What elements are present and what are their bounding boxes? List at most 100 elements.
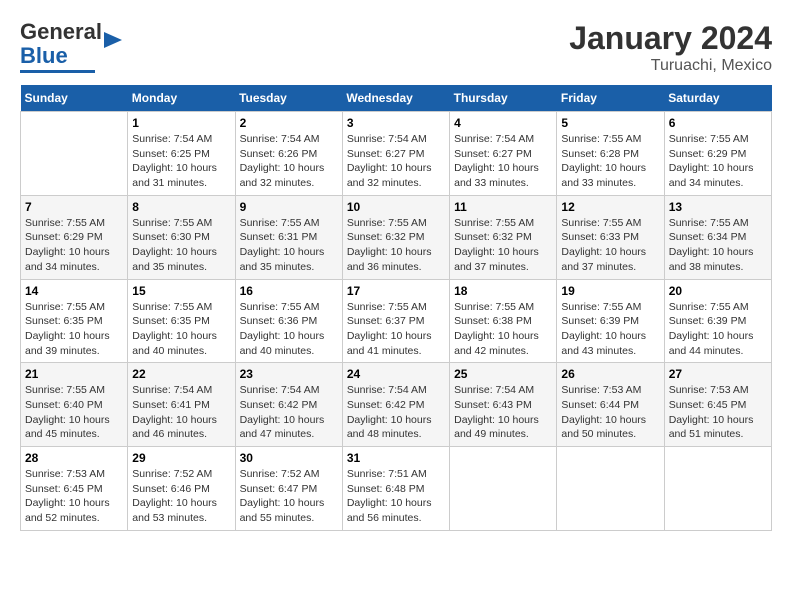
logo-arrow-icon <box>104 30 124 50</box>
calendar-cell: 28 Sunrise: 7:53 AM Sunset: 6:45 PM Dayli… <box>21 447 128 531</box>
day-number: 10 <box>347 200 445 214</box>
sun-info: Sunrise: 7:55 AM Sunset: 6:30 PM Dayligh… <box>132 216 230 275</box>
calendar-week-row: 1 Sunrise: 7:54 AM Sunset: 6:25 PM Daylig… <box>21 112 772 196</box>
title-block: January 2024 Turuachi, Mexico <box>569 20 772 75</box>
calendar-cell: 9Sunrise: 7:55 AM Sunset: 6:31 PM Daylig… <box>235 195 342 279</box>
calendar-cell: 2 Sunrise: 7:54 AM Sunset: 6:26 PM Daylig… <box>235 112 342 196</box>
calendar-cell: 18 Sunrise: 7:55 AM Sunset: 6:38 PM Dayli… <box>450 279 557 363</box>
sun-info: Sunrise: 7:55 AM Sunset: 6:38 PM Dayligh… <box>454 300 552 359</box>
col-tuesday: Tuesday <box>235 85 342 112</box>
calendar-cell: 14 Sunrise: 7:55 AM Sunset: 6:35 PM Dayli… <box>21 279 128 363</box>
calendar-cell: 1 Sunrise: 7:54 AM Sunset: 6:25 PM Daylig… <box>128 112 235 196</box>
sun-info: Sunrise: 7:54 AM Sunset: 6:42 PM Dayligh… <box>240 383 338 442</box>
col-monday: Monday <box>128 85 235 112</box>
day-number: 9 <box>240 200 338 214</box>
calendar-cell <box>21 112 128 196</box>
day-number: 12 <box>561 200 659 214</box>
page-subtitle: Turuachi, Mexico <box>569 57 772 75</box>
calendar-cell: 11 Sunrise: 7:55 AM Sunset: 6:32 PM Dayli… <box>450 195 557 279</box>
day-number: 3 <box>347 116 445 130</box>
calendar-cell: 30 Sunrise: 7:52 AM Sunset: 6:47 PM Dayli… <box>235 447 342 531</box>
calendar-cell: 26Sunrise: 7:53 AM Sunset: 6:44 PM Dayli… <box>557 363 664 447</box>
calendar-cell: 24 Sunrise: 7:54 AM Sunset: 6:42 PM Dayli… <box>342 363 449 447</box>
calendar-cell: 15 Sunrise: 7:55 AM Sunset: 6:35 PM Dayli… <box>128 279 235 363</box>
sun-info: Sunrise: 7:55 AM Sunset: 6:33 PM Dayligh… <box>561 216 659 275</box>
logo-text: General Blue <box>20 20 102 68</box>
calendar-table: Sunday Monday Tuesday Wednesday Thursday… <box>20 85 772 531</box>
day-number: 11 <box>454 200 552 214</box>
sun-info: Sunrise: 7:55 AM Sunset: 6:32 PM Dayligh… <box>347 216 445 275</box>
sun-info: Sunrise: 7:52 AM Sunset: 6:47 PM Dayligh… <box>240 467 338 526</box>
calendar-cell: 16 Sunrise: 7:55 AM Sunset: 6:36 PM Dayli… <box>235 279 342 363</box>
day-number: 15 <box>132 284 230 298</box>
calendar-header-row: Sunday Monday Tuesday Wednesday Thursday… <box>21 85 772 112</box>
sun-info: Sunrise: 7:55 AM Sunset: 6:35 PM Dayligh… <box>132 300 230 359</box>
sun-info: Sunrise: 7:54 AM Sunset: 6:25 PM Dayligh… <box>132 132 230 191</box>
calendar-cell: 17 Sunrise: 7:55 AM Sunset: 6:37 PM Dayli… <box>342 279 449 363</box>
day-number: 30 <box>240 451 338 465</box>
calendar-cell: 5 Sunrise: 7:55 AM Sunset: 6:28 PM Daylig… <box>557 112 664 196</box>
day-number: 1 <box>132 116 230 130</box>
col-sunday: Sunday <box>21 85 128 112</box>
sun-info: Sunrise: 7:54 AM Sunset: 6:41 PM Dayligh… <box>132 383 230 442</box>
day-number: 18 <box>454 284 552 298</box>
col-saturday: Saturday <box>664 85 771 112</box>
day-number: 29 <box>132 451 230 465</box>
day-number: 25 <box>454 367 552 381</box>
calendar-cell: 12 Sunrise: 7:55 AM Sunset: 6:33 PM Dayli… <box>557 195 664 279</box>
calendar-cell: 27Sunrise: 7:53 AM Sunset: 6:45 PM Dayli… <box>664 363 771 447</box>
page-header: General Blue January 2024 Turuachi, Mexi… <box>20 20 772 75</box>
sun-info: Sunrise: 7:55 AM Sunset: 6:40 PM Dayligh… <box>25 383 123 442</box>
day-number: 2 <box>240 116 338 130</box>
col-thursday: Thursday <box>450 85 557 112</box>
day-number: 20 <box>669 284 767 298</box>
sun-info: Sunrise: 7:54 AM Sunset: 6:26 PM Dayligh… <box>240 132 338 191</box>
sun-info: Sunrise: 7:54 AM Sunset: 6:43 PM Dayligh… <box>454 383 552 442</box>
day-number: 17 <box>347 284 445 298</box>
calendar-cell: 21 Sunrise: 7:55 AM Sunset: 6:40 PM Dayli… <box>21 363 128 447</box>
col-friday: Friday <box>557 85 664 112</box>
calendar-cell: 10 Sunrise: 7:55 AM Sunset: 6:32 PM Dayli… <box>342 195 449 279</box>
day-number: 7 <box>25 200 123 214</box>
sun-info: Sunrise: 7:55 AM Sunset: 6:32 PM Dayligh… <box>454 216 552 275</box>
sun-info: Sunrise: 7:54 AM Sunset: 6:42 PM Dayligh… <box>347 383 445 442</box>
sun-info: Sunrise: 7:55 AM Sunset: 6:35 PM Dayligh… <box>25 300 123 359</box>
calendar-cell <box>450 447 557 531</box>
sun-info: Sunrise: 7:55 AM Sunset: 6:34 PM Dayligh… <box>669 216 767 275</box>
day-number: 14 <box>25 284 123 298</box>
col-wednesday: Wednesday <box>342 85 449 112</box>
day-number: 21 <box>25 367 123 381</box>
calendar-cell: 7Sunrise: 7:55 AM Sunset: 6:29 PM Daylig… <box>21 195 128 279</box>
sun-info: Sunrise: 7:54 AM Sunset: 6:27 PM Dayligh… <box>454 132 552 191</box>
sun-info: Sunrise: 7:55 AM Sunset: 6:37 PM Dayligh… <box>347 300 445 359</box>
calendar-cell: 29 Sunrise: 7:52 AM Sunset: 6:46 PM Dayli… <box>128 447 235 531</box>
day-number: 28 <box>25 451 123 465</box>
calendar-cell: 3 Sunrise: 7:54 AM Sunset: 6:27 PM Daylig… <box>342 112 449 196</box>
sun-info: Sunrise: 7:55 AM Sunset: 6:39 PM Dayligh… <box>669 300 767 359</box>
calendar-cell <box>664 447 771 531</box>
calendar-cell: 23Sunrise: 7:54 AM Sunset: 6:42 PM Dayli… <box>235 363 342 447</box>
sun-info: Sunrise: 7:55 AM Sunset: 6:28 PM Dayligh… <box>561 132 659 191</box>
calendar-cell <box>557 447 664 531</box>
day-number: 6 <box>669 116 767 130</box>
logo: General Blue <box>20 20 124 73</box>
day-number: 24 <box>347 367 445 381</box>
calendar-week-row: 7Sunrise: 7:55 AM Sunset: 6:29 PM Daylig… <box>21 195 772 279</box>
day-number: 4 <box>454 116 552 130</box>
sun-info: Sunrise: 7:54 AM Sunset: 6:27 PM Dayligh… <box>347 132 445 191</box>
day-number: 31 <box>347 451 445 465</box>
sun-info: Sunrise: 7:53 AM Sunset: 6:45 PM Dayligh… <box>25 467 123 526</box>
sun-info: Sunrise: 7:55 AM Sunset: 6:36 PM Dayligh… <box>240 300 338 359</box>
calendar-cell: 25 Sunrise: 7:54 AM Sunset: 6:43 PM Dayli… <box>450 363 557 447</box>
calendar-cell: 6 Sunrise: 7:55 AM Sunset: 6:29 PM Daylig… <box>664 112 771 196</box>
sun-info: Sunrise: 7:55 AM Sunset: 6:29 PM Dayligh… <box>669 132 767 191</box>
day-number: 5 <box>561 116 659 130</box>
calendar-cell: 19Sunrise: 7:55 AM Sunset: 6:39 PM Dayli… <box>557 279 664 363</box>
sun-info: Sunrise: 7:52 AM Sunset: 6:46 PM Dayligh… <box>132 467 230 526</box>
calendar-cell: 4 Sunrise: 7:54 AM Sunset: 6:27 PM Daylig… <box>450 112 557 196</box>
day-number: 27 <box>669 367 767 381</box>
sun-info: Sunrise: 7:51 AM Sunset: 6:48 PM Dayligh… <box>347 467 445 526</box>
calendar-week-row: 14 Sunrise: 7:55 AM Sunset: 6:35 PM Dayli… <box>21 279 772 363</box>
day-number: 22 <box>132 367 230 381</box>
day-number: 16 <box>240 284 338 298</box>
